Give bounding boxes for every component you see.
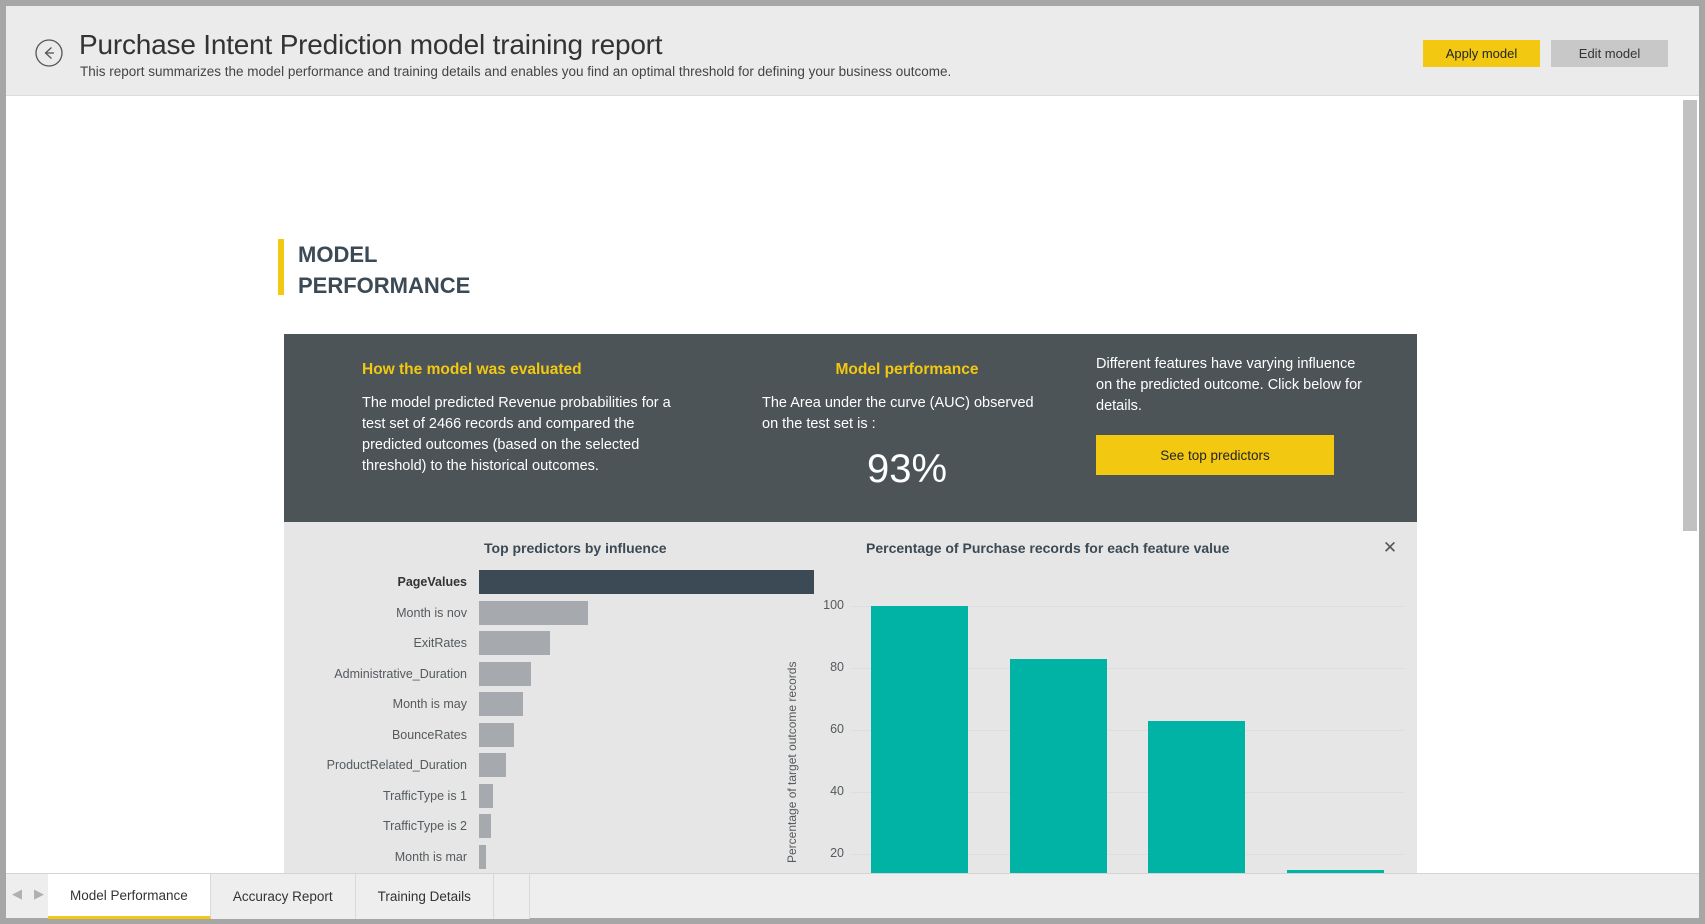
apply-model-button[interactable]: Apply model	[1423, 40, 1540, 67]
predictor-label: Administrative_Duration	[304, 667, 479, 681]
predictor-row[interactable]: TrafficType is 1	[304, 784, 814, 808]
feature-value-bar[interactable]	[1010, 659, 1107, 879]
page-title: Purchase Intent Prediction model trainin…	[79, 29, 662, 61]
vbar-y-tick-label: 60	[804, 722, 844, 736]
predictor-label: ExitRates	[304, 636, 479, 650]
feature-value-bar-chart: Percentage of target outcome records 100…	[784, 570, 1404, 879]
edit-model-button[interactable]: Edit model	[1551, 40, 1668, 67]
predictor-bar[interactable]	[479, 784, 493, 808]
predictors-body: Different features have varying influenc…	[1096, 354, 1366, 417]
predictor-bar[interactable]	[479, 692, 523, 716]
chevron-left-icon[interactable]: ◀	[12, 886, 22, 902]
window-frame-right	[1699, 0, 1705, 924]
vbar-y-tick-label: 40	[804, 784, 844, 798]
tab-nav-arrows: ◀ ▶	[12, 886, 44, 902]
predictor-label: BounceRates	[304, 728, 479, 742]
tab-training-details[interactable]: Training Details	[356, 874, 494, 919]
predictor-row[interactable]: ProductRelated_Duration	[304, 753, 814, 777]
vbar-chart-title: Percentage of Purchase records for each …	[866, 540, 1229, 556]
predictor-bar[interactable]	[479, 662, 531, 686]
section-title-line-1: MODEL	[298, 239, 470, 270]
predictor-label: TrafficType is 1	[304, 789, 479, 803]
predictor-label: Month is mar	[304, 850, 479, 864]
chevron-right-icon[interactable]: ▶	[34, 886, 44, 902]
predictor-bar[interactable]	[479, 601, 588, 625]
section-title: MODEL PERFORMANCE	[298, 239, 470, 301]
predictor-row[interactable]: Month is nov	[304, 601, 814, 625]
report-window: Purchase Intent Prediction model trainin…	[0, 0, 1705, 924]
vbar-plot-area	[850, 606, 1405, 879]
hbar-chart-title: Top predictors by influence	[484, 540, 667, 556]
feature-value-bar[interactable]	[871, 606, 968, 879]
predictor-row[interactable]: BounceRates	[304, 723, 814, 747]
evaluation-block: How the model was evaluated The model pr…	[362, 361, 692, 477]
performance-block: Model performance The Area under the cur…	[762, 361, 1052, 492]
section-accent-bar	[278, 239, 284, 295]
predictor-bar[interactable]	[479, 814, 491, 838]
evaluation-heading: How the model was evaluated	[362, 361, 692, 379]
page-subtitle: This report summarizes the model perform…	[80, 64, 951, 79]
predictor-bar[interactable]	[479, 570, 814, 594]
close-icon[interactable]: ✕	[1379, 536, 1401, 558]
vbar-y-tick-label: 80	[804, 660, 844, 674]
performance-heading: Model performance	[762, 361, 1052, 379]
predictor-label: ProductRelated_Duration	[304, 758, 479, 772]
section-title-line-2: PERFORMANCE	[298, 270, 470, 301]
tab-list: Model PerformanceAccuracy ReportTraining…	[48, 874, 530, 919]
predictors-block: Different features have varying influenc…	[1096, 354, 1366, 475]
predictor-row[interactable]: TrafficType is 2	[304, 814, 814, 838]
predictor-bar[interactable]	[479, 753, 506, 777]
vbar-y-axis-label: Percentage of target outcome records	[785, 622, 801, 879]
top-predictors-bar-chart: PageValues Month is nov ExitRates Administr…	[304, 570, 814, 879]
predictor-row[interactable]: ExitRates	[304, 631, 814, 655]
predictor-bar[interactable]	[479, 631, 550, 655]
auc-metric-value: 93%	[762, 447, 1052, 492]
report-canvas: MODEL PERFORMANCE How the model was eval…	[6, 96, 1681, 879]
tab-spacer	[494, 874, 530, 919]
page-tab-bar: ◀ ▶ Model PerformanceAccuracy ReportTrai…	[6, 873, 1699, 918]
performance-body: The Area under the curve (AUC) observed …	[762, 393, 1052, 435]
model-summary-panel: How the model was evaluated The model pr…	[284, 334, 1417, 522]
tab-accuracy-report[interactable]: Accuracy Report	[211, 874, 356, 919]
tab-model-performance[interactable]: Model Performance	[48, 874, 211, 919]
predictor-bar[interactable]	[479, 723, 514, 747]
predictor-row[interactable]: Month is may	[304, 692, 814, 716]
vbar-y-tick-label: 20	[804, 846, 844, 860]
report-header: Purchase Intent Prediction model trainin…	[6, 6, 1699, 96]
vbar-y-tick-label: 100	[804, 598, 844, 612]
predictor-row[interactable]: Month is mar	[304, 845, 814, 869]
feature-value-bar[interactable]	[1148, 721, 1245, 879]
predictor-label: Month is may	[304, 697, 479, 711]
predictor-bar[interactable]	[479, 845, 486, 869]
predictor-row[interactable]: Administrative_Duration	[304, 662, 814, 686]
predictor-label: Month is nov	[304, 606, 479, 620]
predictor-label: TrafficType is 2	[304, 819, 479, 833]
back-arrow-icon[interactable]	[34, 38, 64, 68]
see-top-predictors-button[interactable]: See top predictors	[1096, 435, 1334, 475]
predictor-row[interactable]: PageValues	[304, 570, 814, 594]
evaluation-body: The model predicted Revenue probabilitie…	[362, 393, 692, 477]
predictor-label: PageValues	[304, 575, 479, 589]
vertical-scrollbar-thumb[interactable]	[1683, 100, 1697, 531]
top-predictors-panel: ✕ Top predictors by influence PageValues…	[284, 522, 1417, 879]
